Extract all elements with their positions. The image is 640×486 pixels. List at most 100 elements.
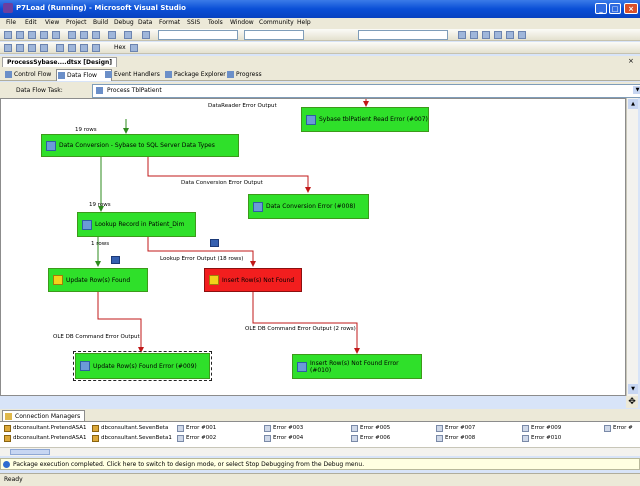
menu-community[interactable]: Community bbox=[259, 19, 294, 26]
scrollbar-thumb[interactable] bbox=[10, 449, 50, 455]
output-window-icon[interactable] bbox=[518, 31, 526, 39]
flat-file-icon bbox=[264, 435, 271, 442]
menu-edit[interactable]: Edit bbox=[25, 19, 37, 26]
canvas-vertical-scrollbar[interactable]: ▲ ▼ bbox=[626, 98, 638, 396]
menu-tools[interactable]: Tools bbox=[208, 19, 223, 26]
connection-manager-item[interactable]: Error #001 bbox=[177, 425, 216, 432]
menu-ssis[interactable]: SSIS bbox=[187, 19, 200, 26]
menu-build[interactable]: Build bbox=[93, 19, 108, 26]
data-viewer-icon[interactable] bbox=[210, 239, 219, 247]
rows-label: 1 rows bbox=[91, 241, 110, 247]
database-icon bbox=[92, 425, 99, 432]
execution-notification[interactable]: Package execution completed. Click here … bbox=[0, 458, 640, 470]
connection-manager-item[interactable]: Error #002 bbox=[177, 435, 216, 442]
menu-view[interactable]: View bbox=[45, 19, 59, 26]
connection-manager-item[interactable]: Error #008 bbox=[436, 435, 475, 442]
connection-manager-item[interactable]: Error #003 bbox=[264, 425, 303, 432]
restart-icon[interactable] bbox=[40, 44, 48, 52]
connection-manager-item[interactable]: dbconsultant.PretendASA1 bbox=[4, 425, 87, 432]
minimize-button[interactable]: _ bbox=[595, 3, 607, 14]
data-flow-task-select[interactable]: Process TblPatient ▼ bbox=[92, 84, 640, 98]
menu-file[interactable]: File bbox=[6, 19, 16, 26]
start-debugging-icon[interactable] bbox=[142, 31, 150, 39]
new-project-icon[interactable] bbox=[4, 31, 12, 39]
menu-debug[interactable]: Debug bbox=[114, 19, 134, 26]
breakpoints-icon[interactable] bbox=[130, 44, 138, 52]
insert-not-found-command[interactable]: Insert Row(s) Not Found bbox=[204, 268, 302, 292]
tab-package-explorer[interactable]: Package Explorer bbox=[164, 69, 234, 80]
insert-not-found-error-destination[interactable]: Insert Row(s) Not Found Error (#010) bbox=[292, 354, 422, 379]
chevron-down-icon[interactable]: ▼ bbox=[633, 86, 640, 94]
scroll-down-icon[interactable]: ▼ bbox=[628, 384, 638, 394]
connection-manager-item[interactable]: dbconsultant.PretendASA1 bbox=[4, 435, 87, 442]
connection-manager-item[interactable]: Error #004 bbox=[264, 435, 303, 442]
save-icon[interactable] bbox=[40, 31, 48, 39]
open-icon[interactable] bbox=[28, 31, 36, 39]
connection-manager-item[interactable]: Error #009 bbox=[522, 425, 561, 432]
find-combo[interactable] bbox=[358, 30, 448, 40]
save-all-icon[interactable] bbox=[52, 31, 60, 39]
status-bar: Ready bbox=[0, 473, 640, 486]
title-bar: P7Load (Running) - Microsoft Visual Stud… bbox=[0, 0, 640, 18]
tab-event-handlers[interactable]: Event Handlers bbox=[104, 69, 172, 80]
step-into-icon[interactable] bbox=[68, 44, 76, 52]
window-title: P7Load (Running) - Microsoft Visual Stud… bbox=[16, 4, 186, 12]
connection-manager-item[interactable]: Error #006 bbox=[351, 435, 390, 442]
configuration-combo[interactable] bbox=[158, 30, 238, 40]
connection-manager-item[interactable]: dbconsultant.SevenBeta1 bbox=[92, 435, 172, 442]
read-error-destination[interactable]: Sybase tblPatient Read Error (#007) bbox=[301, 107, 429, 132]
show-next-statement-icon[interactable] bbox=[56, 44, 64, 52]
task-icon bbox=[96, 87, 103, 94]
connection-managers-scrollbar[interactable] bbox=[0, 447, 640, 456]
conversion-error-destination[interactable]: Data Conversion Error (#008) bbox=[248, 194, 369, 219]
hex-button[interactable]: Hex bbox=[114, 44, 126, 51]
navigation-pan-icon[interactable]: ✥ bbox=[626, 396, 638, 408]
continue-icon[interactable] bbox=[4, 44, 12, 52]
undo-icon[interactable] bbox=[108, 31, 116, 39]
object-browser-icon[interactable] bbox=[482, 31, 490, 39]
menu-data[interactable]: Data bbox=[138, 19, 152, 26]
database-icon bbox=[92, 435, 99, 442]
scroll-up-icon[interactable]: ▲ bbox=[628, 99, 638, 109]
connection-manager-item[interactable]: Error #007 bbox=[436, 425, 475, 432]
maximize-button[interactable]: □ bbox=[609, 3, 621, 14]
cut-icon[interactable] bbox=[68, 31, 76, 39]
rows-label: 19 rows bbox=[89, 202, 111, 208]
stop-debugging-icon[interactable] bbox=[28, 44, 36, 52]
close-document-icon[interactable]: × bbox=[628, 57, 634, 65]
properties-icon[interactable] bbox=[470, 31, 478, 39]
connection-manager-item[interactable]: Error # bbox=[604, 425, 633, 432]
platform-combo[interactable] bbox=[244, 30, 304, 40]
add-item-icon[interactable] bbox=[16, 31, 24, 39]
connection-managers-tab-strip: Connection Managers bbox=[0, 409, 640, 422]
copy-icon[interactable] bbox=[80, 31, 88, 39]
connection-manager-item[interactable]: Error #005 bbox=[351, 425, 390, 432]
ole-db-command-icon bbox=[53, 275, 63, 285]
data-flow-canvas[interactable]: DataReader Error Output 19 rows Data Con… bbox=[0, 98, 626, 396]
menu-help[interactable]: Help bbox=[297, 19, 311, 26]
redo-icon[interactable] bbox=[124, 31, 132, 39]
lookup-icon bbox=[82, 219, 92, 230]
start-page-icon[interactable] bbox=[506, 31, 514, 39]
menu-window[interactable]: Window bbox=[230, 19, 254, 26]
update-found-error-destination[interactable]: Update Row(s) Found Error (#009) bbox=[73, 351, 212, 381]
connection-manager-item[interactable]: Error #010 bbox=[522, 435, 561, 442]
tab-progress[interactable]: Progress bbox=[226, 69, 276, 80]
step-out-icon[interactable] bbox=[92, 44, 100, 52]
data-conversion-transform[interactable]: Data Conversion - Sybase to SQL Server D… bbox=[41, 134, 239, 157]
flat-file-icon bbox=[177, 425, 184, 432]
toolbox-icon[interactable] bbox=[494, 31, 502, 39]
tab-control-flow[interactable]: Control Flow bbox=[4, 69, 64, 80]
solution-explorer-icon[interactable] bbox=[458, 31, 466, 39]
step-over-icon[interactable] bbox=[80, 44, 88, 52]
break-all-icon[interactable] bbox=[16, 44, 24, 52]
data-viewer-icon[interactable] bbox=[111, 256, 120, 264]
close-button[interactable]: × bbox=[624, 3, 638, 14]
menu-format[interactable]: Format bbox=[159, 19, 180, 26]
menu-project[interactable]: Project bbox=[66, 19, 87, 26]
paste-icon[interactable] bbox=[92, 31, 100, 39]
connection-manager-item[interactable]: dbconsultant.SevenBeta bbox=[92, 425, 168, 432]
flat-file-icon bbox=[177, 435, 184, 442]
update-found-command[interactable]: Update Row(s) Found bbox=[48, 268, 148, 292]
lookup-transform[interactable]: Lookup Record in Patient_Dim bbox=[77, 212, 196, 237]
